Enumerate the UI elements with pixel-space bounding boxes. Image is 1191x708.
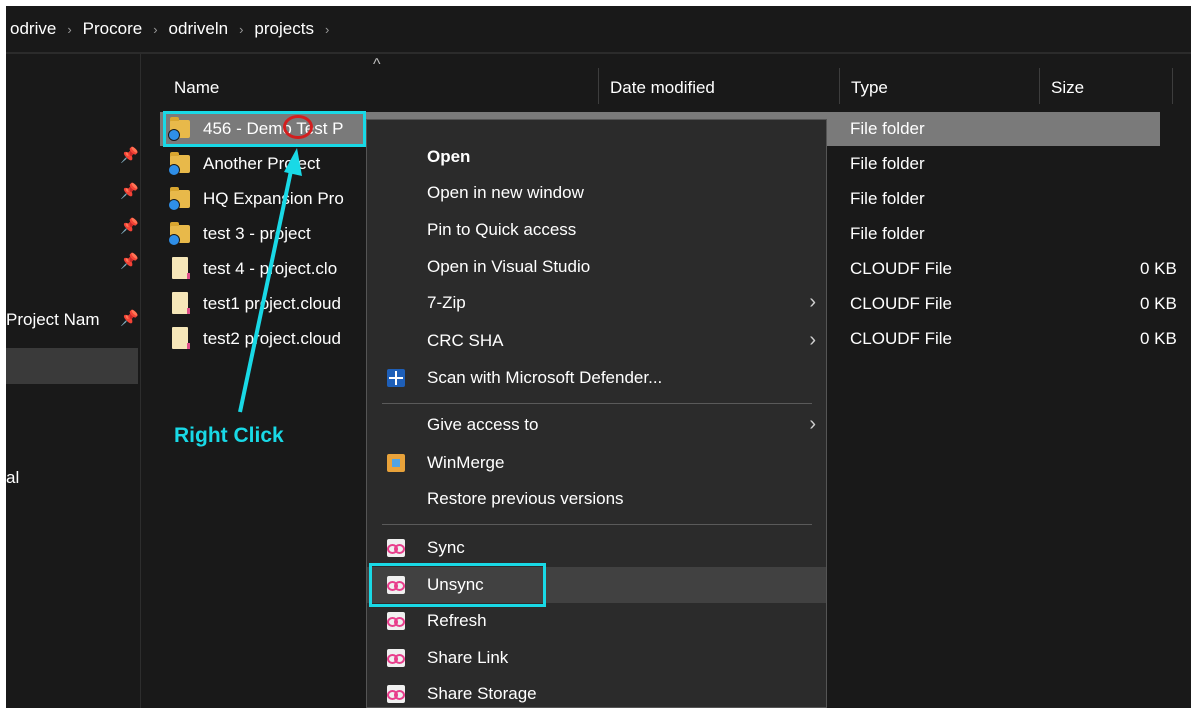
highlight-box-selected-folder — [163, 111, 366, 147]
odrive-icon — [387, 685, 405, 703]
menu-item-sync[interactable]: Sync — [367, 530, 826, 566]
menu-item-7zip[interactable]: 7-Zip › — [367, 285, 826, 321]
sync-status-icon — [168, 199, 180, 211]
submenu-arrow-icon: › — [809, 291, 816, 313]
sync-status-icon — [168, 164, 180, 176]
menu-item-label: Sync — [427, 538, 465, 557]
column-divider[interactable] — [839, 68, 840, 104]
odrive-icon — [387, 649, 405, 667]
column-divider[interactable] — [1172, 68, 1173, 104]
menu-item-pin-quick-access[interactable]: Pin to Quick access — [367, 212, 826, 248]
file-name: Another Project — [203, 154, 321, 173]
file-type: CLOUDF File — [850, 259, 953, 278]
menu-item-label: Open — [427, 147, 471, 166]
menu-item-scan-defender[interactable]: Scan with Microsoft Defender... — [367, 360, 826, 396]
pin-icon: 📌 — [120, 310, 139, 327]
file-size: 0 KB — [1140, 294, 1177, 313]
file-size: 0 KB — [1140, 259, 1177, 278]
file-type: CLOUDF File — [850, 294, 953, 313]
menu-item-label: Open in new window — [427, 183, 584, 202]
file-type: File folder — [850, 154, 925, 173]
file-type: File folder — [850, 119, 925, 138]
file-size: 0 KB — [1140, 329, 1177, 348]
submenu-arrow-icon: › — [809, 329, 816, 351]
menu-item-label: 7-Zip — [427, 293, 466, 312]
file-type: CLOUDF File — [850, 329, 953, 348]
cloudf-file-icon — [172, 257, 190, 279]
annotation-label: Right Click — [174, 424, 284, 447]
menu-item-label: Share Link — [427, 648, 509, 667]
nav-item-local[interactable]: al — [6, 468, 19, 488]
folder-icon — [168, 222, 190, 246]
menu-item-label: Pin to Quick access — [427, 220, 577, 239]
menu-separator — [382, 524, 812, 525]
file-name: test1 project.cloud — [203, 294, 341, 313]
nav-divider — [140, 54, 141, 708]
column-header-name[interactable]: Name — [174, 78, 219, 98]
column-divider[interactable] — [598, 68, 599, 104]
chevron-right-icon[interactable]: › — [153, 22, 157, 37]
column-header-size[interactable]: Size — [1051, 78, 1084, 98]
breadcrumb-item-odriveln[interactable]: odriveln — [169, 19, 229, 39]
menu-item-winmerge[interactable]: WinMerge — [367, 445, 826, 481]
column-header-date-modified[interactable]: Date modified — [610, 78, 715, 98]
menu-item-open-visual-studio[interactable]: Open in Visual Studio — [367, 249, 826, 285]
odrive-icon — [387, 539, 405, 557]
navigation-pane: 📌 📌 📌 📌 Project Nam 📌 al — [6, 54, 140, 708]
odrive-icon — [387, 612, 405, 630]
highlight-box-unsync — [369, 563, 546, 607]
defender-shield-icon — [387, 369, 405, 387]
column-divider[interactable] — [1039, 68, 1040, 104]
submenu-arrow-icon: › — [809, 413, 816, 435]
column-header-type[interactable]: Type — [851, 78, 888, 98]
menu-item-label: Give access to — [427, 415, 539, 434]
folder-icon — [168, 187, 190, 211]
pin-icon: 📌 — [120, 183, 139, 200]
cloudf-file-icon — [172, 292, 190, 314]
chevron-right-icon[interactable]: › — [325, 22, 329, 37]
context-menu: Open Open in new window Pin to Quick acc… — [366, 119, 827, 708]
winmerge-icon — [387, 454, 405, 472]
menu-item-label: Open in Visual Studio — [427, 257, 591, 276]
file-name: test 3 - project — [203, 224, 311, 243]
menu-item-label: WinMerge — [427, 453, 505, 472]
cloudf-file-icon — [172, 327, 190, 349]
menu-separator — [382, 403, 812, 404]
file-name: HQ Expansion Pro — [203, 189, 344, 208]
folder-icon — [168, 152, 190, 176]
menu-item-label: CRC SHA — [427, 331, 504, 350]
menu-item-refresh[interactable]: Refresh — [367, 603, 826, 639]
menu-item-label: Refresh — [427, 611, 487, 630]
sync-status-icon — [168, 234, 180, 246]
menu-item-share-storage[interactable]: Share Storage — [367, 676, 826, 707]
chevron-right-icon[interactable]: › — [239, 22, 243, 37]
breadcrumb: odrive › Procore › odriveln › projects › — [6, 6, 1191, 52]
menu-item-share-link[interactable]: Share Link — [367, 640, 826, 676]
file-type: File folder — [850, 189, 925, 208]
menu-item-crc-sha[interactable]: CRC SHA › — [367, 323, 826, 359]
menu-item-label: Scan with Microsoft Defender... — [427, 368, 663, 387]
menu-item-open-new-window[interactable]: Open in new window — [367, 175, 826, 211]
nav-item-project[interactable]: Project Nam — [6, 310, 100, 330]
menu-item-open[interactable]: Open — [367, 139, 826, 175]
breadcrumb-item-odrive[interactable]: odrive — [10, 19, 56, 39]
pin-icon: 📌 — [120, 253, 139, 270]
file-type: File folder — [850, 224, 925, 243]
sort-ascending-icon: ^ — [373, 56, 381, 73]
column-headers: ^ Name Date modified Type Size — [141, 56, 1191, 104]
menu-item-label: Share Storage — [427, 684, 537, 703]
menu-item-label: Restore previous versions — [427, 489, 624, 508]
pin-icon: 📌 — [120, 147, 139, 164]
file-name: test 4 - project.clo — [203, 259, 338, 278]
address-bar-divider — [6, 52, 1191, 54]
click-marker-circle — [283, 115, 313, 139]
chevron-right-icon[interactable]: › — [67, 22, 71, 37]
pin-icon: 📌 — [120, 218, 139, 235]
file-name: test2 project.cloud — [203, 329, 341, 348]
breadcrumb-item-procore[interactable]: Procore — [83, 19, 143, 39]
nav-item-selected[interactable] — [6, 348, 138, 384]
menu-item-give-access[interactable]: Give access to › — [367, 407, 826, 443]
menu-item-restore-versions[interactable]: Restore previous versions — [367, 481, 826, 517]
breadcrumb-item-projects[interactable]: projects — [254, 19, 314, 39]
